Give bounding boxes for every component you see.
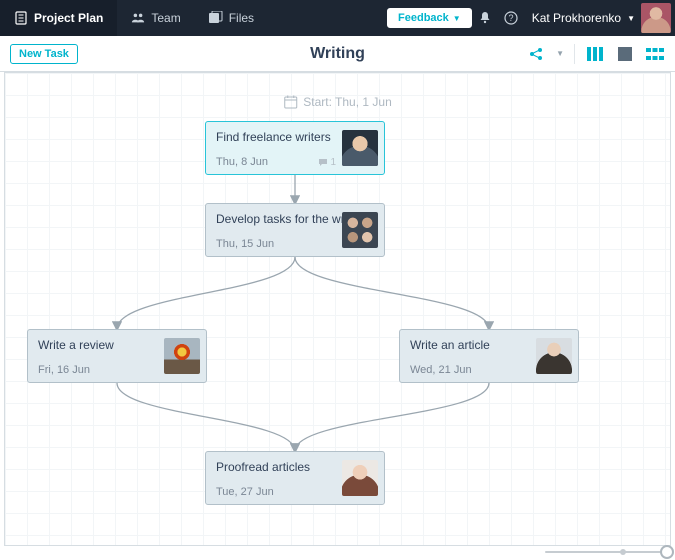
bell-icon — [478, 11, 492, 25]
feedback-button[interactable]: Feedback ▼ — [387, 8, 472, 28]
avatar — [641, 3, 671, 33]
task-card[interactable]: Write a reviewFri, 16 Jun — [27, 329, 207, 383]
nav-label: Files — [229, 11, 254, 25]
zoom-tick — [620, 549, 626, 555]
nav-project-plan[interactable]: Project Plan — [0, 0, 117, 36]
project-canvas[interactable]: Start: Thu, 1 Jun Find freelance writers… — [4, 72, 671, 546]
view-timeline-button[interactable] — [645, 44, 665, 64]
top-navbar: Project Plan Team Files Feedback ▼ ? Kat… — [0, 0, 675, 36]
feedback-label: Feedback — [398, 12, 449, 24]
task-card[interactable]: Proofread articlesTue, 27 Jun — [205, 451, 385, 505]
assignee-thumb — [342, 130, 378, 166]
assignee-thumb — [342, 212, 378, 248]
nav-files[interactable]: Files — [195, 0, 268, 36]
start-marker: Start: Thu, 1 Jun — [283, 95, 392, 109]
share-button[interactable] — [526, 44, 546, 64]
notifications-button[interactable] — [472, 0, 498, 36]
svg-text:?: ? — [508, 13, 513, 23]
chevron-down-icon: ▼ — [627, 14, 635, 23]
user-name: Kat Prokhorenko — [532, 11, 621, 25]
zoom-slider[interactable] — [545, 547, 665, 557]
help-button[interactable]: ? — [498, 0, 524, 36]
task-card[interactable]: Write an articleWed, 21 Jun — [399, 329, 579, 383]
task-comments: 1 — [318, 157, 336, 168]
nav-label: Team — [151, 11, 180, 25]
columns-icon — [587, 47, 603, 61]
view-columns-button[interactable] — [585, 44, 605, 64]
task-card[interactable]: Develop tasks for the writersThu, 15 Jun — [205, 203, 385, 257]
view-board-button[interactable] — [615, 44, 635, 64]
share-icon — [528, 46, 544, 62]
chevron-down-icon: ▼ — [453, 14, 461, 23]
nav-label: Project Plan — [34, 11, 103, 25]
toolbar: New Task Writing ▼ — [0, 36, 675, 72]
chevron-down-icon[interactable]: ▼ — [556, 49, 564, 58]
zoom-track — [545, 551, 665, 553]
calendar-icon — [283, 95, 297, 109]
assignee-thumb — [536, 338, 572, 374]
files-icon — [209, 11, 223, 25]
team-icon — [131, 11, 145, 25]
assignee-thumb — [164, 338, 200, 374]
nav-team[interactable]: Team — [117, 0, 194, 36]
user-menu[interactable]: Kat Prokhorenko ▼ — [524, 3, 675, 33]
start-label: Start: Thu, 1 Jun — [303, 95, 392, 109]
board-icon — [618, 47, 632, 61]
separator — [574, 44, 575, 64]
new-task-button[interactable]: New Task — [10, 44, 78, 64]
assignee-thumb — [342, 460, 378, 496]
timeline-icon — [646, 48, 664, 60]
help-icon: ? — [504, 11, 518, 25]
project-plan-icon — [14, 11, 28, 25]
zoom-handle[interactable] — [660, 545, 674, 559]
task-card[interactable]: Find freelance writersThu, 8 Jun1 — [205, 121, 385, 175]
